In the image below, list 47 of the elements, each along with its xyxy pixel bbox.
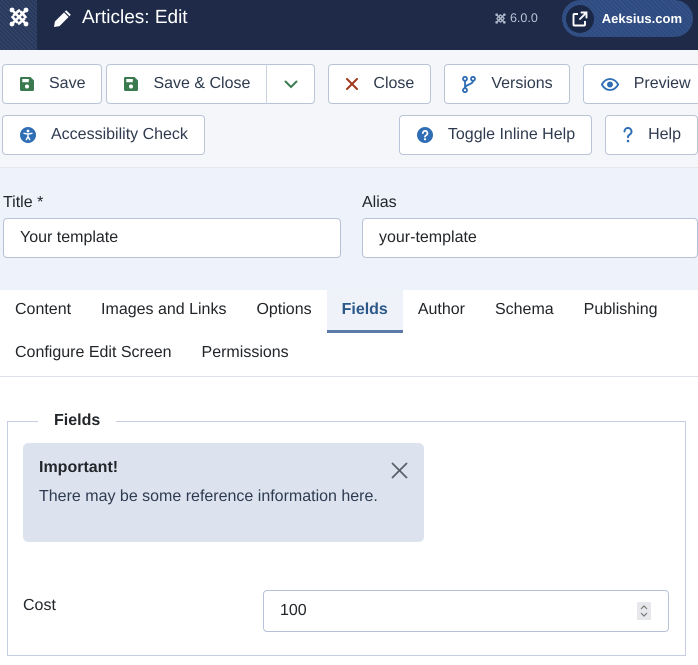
eye-icon (600, 78, 619, 90)
field-label: Cost (23, 596, 57, 616)
chevron-down-icon (284, 80, 298, 88)
section-title: Fields (53, 411, 102, 431)
accessibility-icon (20, 127, 36, 143)
save-icon (124, 77, 138, 91)
inline-help-button[interactable]: Toggle Inline Help (398, 115, 592, 155)
accessibility-button[interactable]: Accessibility Check (2, 115, 205, 155)
tab[interactable]: Author (402, 290, 480, 333)
external-link-icon (566, 4, 594, 32)
close-icon (346, 78, 358, 90)
save-icon (20, 77, 34, 91)
tab[interactable]: Publishing (568, 290, 672, 333)
branch-icon (462, 76, 476, 92)
question-mark-icon (623, 127, 634, 143)
field-label: Title * (3, 193, 44, 213)
title-field[interactable]: Your template (3, 218, 341, 258)
site-link-button[interactable]: Aeksius.com (562, 0, 693, 37)
help-icon (416, 127, 433, 143)
tab[interactable]: Images and Links (86, 290, 242, 333)
save-button[interactable]: Save & Close (106, 64, 268, 104)
pencil-icon (53, 8, 72, 28)
tab[interactable]: Content (0, 290, 86, 333)
versions-button[interactable]: Versions (444, 64, 570, 104)
tab[interactable]: Fields (326, 290, 403, 333)
logo-icon (494, 12, 506, 24)
tab[interactable]: Options (241, 290, 327, 333)
dismiss-button[interactable] (391, 462, 408, 479)
alert-heading: Important! (39, 458, 120, 478)
page-title: Articles: Edit (82, 6, 188, 30)
number-field[interactable]: 100 (263, 590, 669, 632)
alert-text: There may be some reference information here. (39, 487, 378, 507)
stepper-icon (637, 602, 651, 620)
logo-tile[interactable] (0, 0, 37, 50)
close-button[interactable]: Close (328, 64, 432, 104)
close-icon (391, 462, 408, 479)
alias-field[interactable]: your-template (362, 218, 698, 258)
tab[interactable]: Schema (480, 290, 569, 333)
version-text: 6.0.0 (510, 10, 538, 27)
preview-button[interactable]: Preview (582, 64, 698, 104)
dropdown-toggle-button[interactable] (266, 64, 316, 104)
field-label: Alias (362, 193, 398, 213)
help-button[interactable]: Help (605, 115, 698, 155)
save-button[interactable]: Save (2, 64, 102, 104)
tab[interactable]: Configure Edit Screen (0, 333, 187, 376)
tab[interactable]: Permissions (186, 333, 304, 376)
logo-icon (8, 7, 28, 27)
